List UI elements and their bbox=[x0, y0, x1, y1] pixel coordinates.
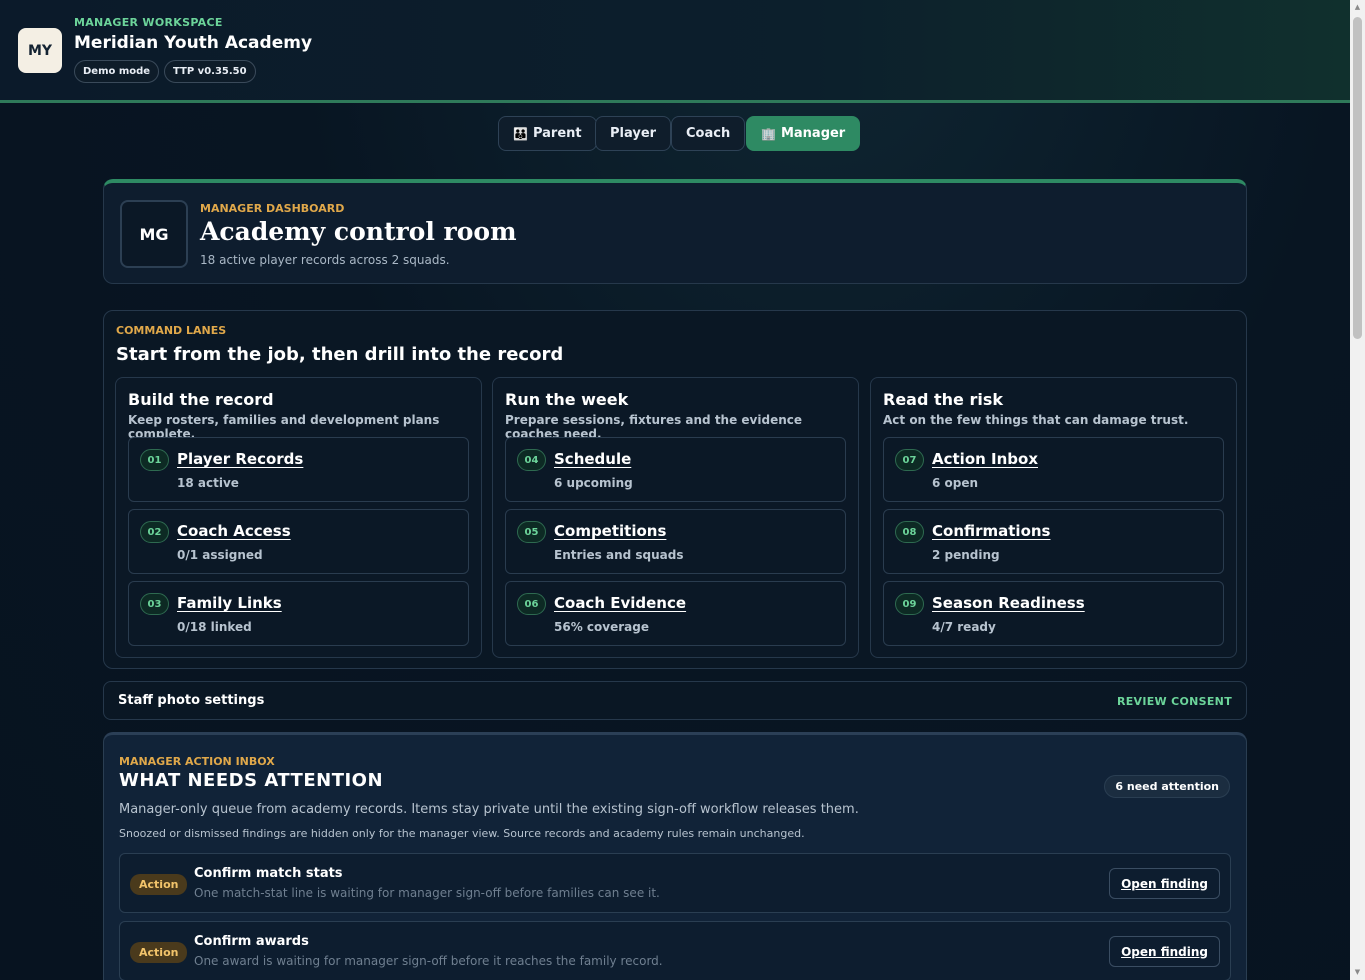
item-title[interactable]: Schedule bbox=[554, 450, 631, 468]
page-scrollbar[interactable]: ▲ ▼ bbox=[1350, 0, 1365, 980]
item-meta: 6 upcoming bbox=[554, 476, 633, 490]
status-badge: Action bbox=[130, 874, 188, 895]
item-title[interactable]: Coach Access bbox=[177, 522, 291, 540]
lane-title: Build the record bbox=[128, 390, 274, 409]
item-meta: Entries and squads bbox=[554, 548, 684, 562]
manager-badge: MG bbox=[120, 200, 188, 268]
tab-player[interactable]: Player bbox=[595, 116, 672, 151]
finding-row: Action Confirm match stats One match-sta… bbox=[119, 853, 1231, 913]
workspace-header: MY MANAGER WORKSPACE Meridian Youth Acad… bbox=[0, 0, 1350, 103]
dashboard-eyebrow: MANAGER DASHBOARD bbox=[200, 202, 345, 215]
lane-item-confirmations[interactable]: 08 Confirmations 2 pending bbox=[883, 509, 1224, 574]
tab-parent[interactable]: 👪 Parent bbox=[498, 116, 597, 151]
scroll-up-icon[interactable]: ▲ bbox=[1353, 3, 1362, 12]
family-icon: 👪 bbox=[513, 126, 528, 141]
item-meta: 2 pending bbox=[932, 548, 1000, 562]
lane-subtitle: Act on the few things that can damage tr… bbox=[883, 413, 1189, 427]
tab-coach[interactable]: Coach bbox=[671, 116, 746, 151]
lane-item-coach-evidence[interactable]: 06 Coach Evidence 56% coverage bbox=[505, 581, 846, 646]
item-title[interactable]: Family Links bbox=[177, 594, 282, 612]
item-number: 09 bbox=[895, 593, 924, 615]
lanes-eyebrow: COMMAND LANES bbox=[116, 324, 227, 337]
scrollbar-thumb[interactable] bbox=[1353, 17, 1362, 339]
page-title: Academy control room bbox=[200, 217, 517, 246]
finding-title: Confirm match stats bbox=[194, 866, 343, 881]
version-pill: TTP v0.35.50 bbox=[164, 60, 256, 83]
tab-parent-label: Parent bbox=[532, 126, 582, 141]
open-finding-button[interactable]: Open finding bbox=[1109, 868, 1220, 899]
tab-coach-label: Coach bbox=[686, 126, 731, 141]
staff-photo-settings[interactable]: Staff photo settings REVIEW CONSENT bbox=[103, 681, 1247, 720]
item-number: 03 bbox=[140, 593, 169, 615]
lane-read-risk: Read the risk Act on the few things that… bbox=[870, 377, 1237, 658]
review-consent-link[interactable]: REVIEW CONSENT bbox=[1117, 695, 1232, 708]
lane-item-season-readiness[interactable]: 09 Season Readiness 4/7 ready bbox=[883, 581, 1224, 646]
lanes-title: Start from the job, then drill into the … bbox=[116, 344, 564, 365]
item-number: 02 bbox=[140, 521, 169, 543]
lane-build-record: Build the record Keep rosters, families … bbox=[115, 377, 482, 658]
item-number: 01 bbox=[140, 449, 169, 471]
finding-description: One award is waiting for manager sign-of… bbox=[194, 954, 663, 968]
building-icon: 🏢 bbox=[761, 126, 776, 141]
item-number: 05 bbox=[517, 521, 546, 543]
item-number: 07 bbox=[895, 449, 924, 471]
item-number: 06 bbox=[517, 593, 546, 615]
academy-title: Meridian Youth Academy bbox=[74, 33, 313, 53]
academy-logo: MY bbox=[18, 28, 62, 73]
open-finding-button[interactable]: Open finding bbox=[1109, 936, 1220, 967]
item-meta: 18 active bbox=[177, 476, 239, 490]
lane-item-action-inbox[interactable]: 07 Action Inbox 6 open bbox=[883, 437, 1224, 502]
inbox-description: Manager-only queue from academy records.… bbox=[119, 802, 859, 817]
item-title[interactable]: Coach Evidence bbox=[554, 594, 686, 612]
item-title[interactable]: Competitions bbox=[554, 522, 666, 540]
staff-photo-title: Staff photo settings bbox=[118, 693, 265, 708]
finding-row: Action Confirm awards One award is waiti… bbox=[119, 921, 1231, 980]
item-meta: 0/1 assigned bbox=[177, 548, 263, 562]
item-title[interactable]: Action Inbox bbox=[932, 450, 1038, 468]
lane-title: Read the risk bbox=[883, 390, 1003, 409]
lane-item-competitions[interactable]: 05 Competitions Entries and squads bbox=[505, 509, 846, 574]
dashboard-header-card: MG MANAGER DASHBOARD Academy control roo… bbox=[103, 179, 1247, 284]
status-badge: Action bbox=[130, 942, 188, 963]
item-title[interactable]: Season Readiness bbox=[932, 594, 1085, 612]
item-title[interactable]: Player Records bbox=[177, 450, 303, 468]
item-meta: 6 open bbox=[932, 476, 979, 490]
manager-action-inbox: MANAGER ACTION INBOX WHAT NEEDS ATTENTIO… bbox=[103, 732, 1247, 980]
tab-player-label: Player bbox=[610, 126, 657, 141]
inbox-eyebrow: MANAGER ACTION INBOX bbox=[119, 755, 275, 768]
item-number: 08 bbox=[895, 521, 924, 543]
tab-manager-label: Manager bbox=[780, 126, 846, 141]
command-lanes: COMMAND LANES Start from the job, then d… bbox=[103, 310, 1247, 669]
workspace-label: MANAGER WORKSPACE bbox=[74, 16, 223, 29]
lane-item-schedule[interactable]: 04 Schedule 6 upcoming bbox=[505, 437, 846, 502]
lane-title: Run the week bbox=[505, 390, 629, 409]
item-title[interactable]: Confirmations bbox=[932, 522, 1050, 540]
lane-item-coach-access[interactable]: 02 Coach Access 0/1 assigned bbox=[128, 509, 469, 574]
lane-run-week: Run the week Prepare sessions, fixtures … bbox=[492, 377, 859, 658]
attention-count-badge: 6 need attention bbox=[1104, 775, 1230, 798]
item-meta: 0/18 linked bbox=[177, 620, 252, 634]
lane-item-family-links[interactable]: 03 Family Links 0/18 linked bbox=[128, 581, 469, 646]
tab-manager[interactable]: 🏢 Manager bbox=[746, 116, 861, 151]
item-meta: 56% coverage bbox=[554, 620, 649, 634]
scroll-down-icon[interactable]: ▼ bbox=[1353, 968, 1362, 977]
item-number: 04 bbox=[517, 449, 546, 471]
finding-description: One match-stat line is waiting for manag… bbox=[194, 886, 660, 900]
lane-item-player-records[interactable]: 01 Player Records 18 active bbox=[128, 437, 469, 502]
dashboard-subtitle: 18 active player records across 2 squads… bbox=[200, 253, 450, 267]
demo-mode-pill: Demo mode bbox=[74, 60, 160, 83]
finding-title: Confirm awards bbox=[194, 934, 309, 949]
item-meta: 4/7 ready bbox=[932, 620, 996, 634]
inbox-title: WHAT NEEDS ATTENTION bbox=[119, 770, 384, 791]
inbox-note: Snoozed or dismissed findings are hidden… bbox=[119, 827, 805, 840]
